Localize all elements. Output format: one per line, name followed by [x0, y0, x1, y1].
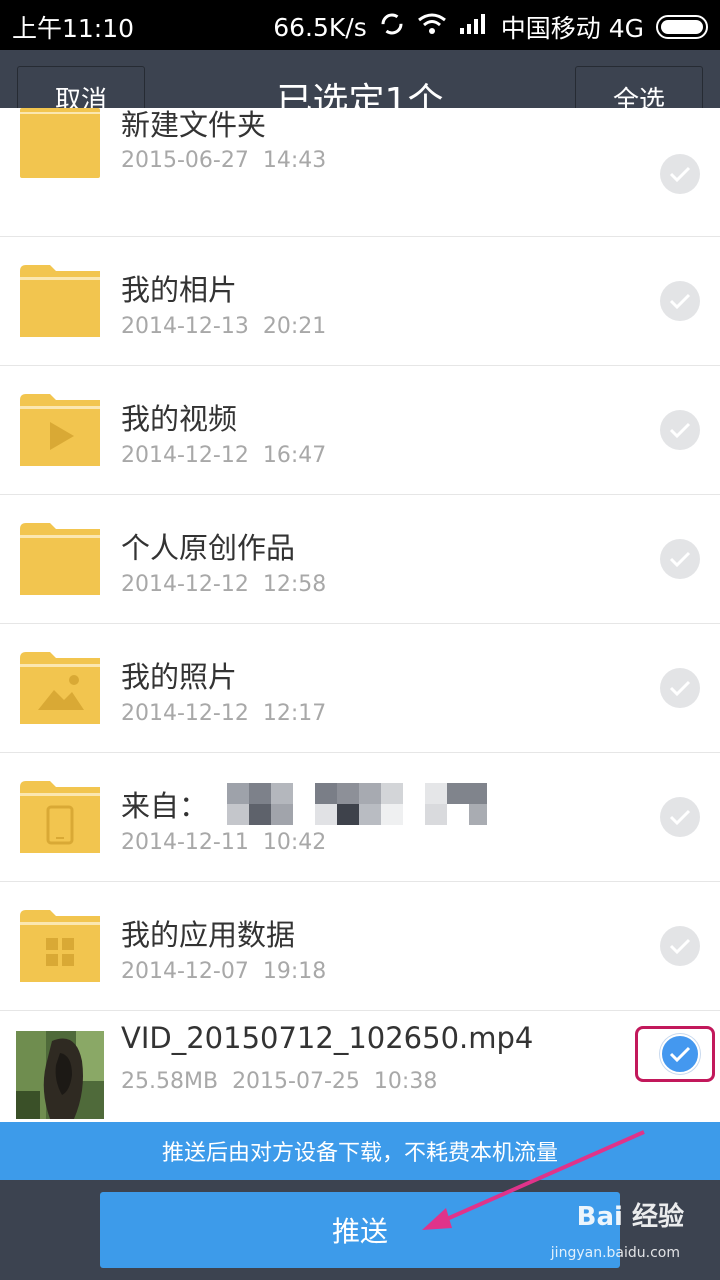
baidu-jingyan-logo: Bai 经验: [576, 1202, 684, 1232]
watermark-url: jingyan.baidu.com: [550, 1245, 680, 1261]
annotation-arrow: [422, 1130, 645, 1230]
